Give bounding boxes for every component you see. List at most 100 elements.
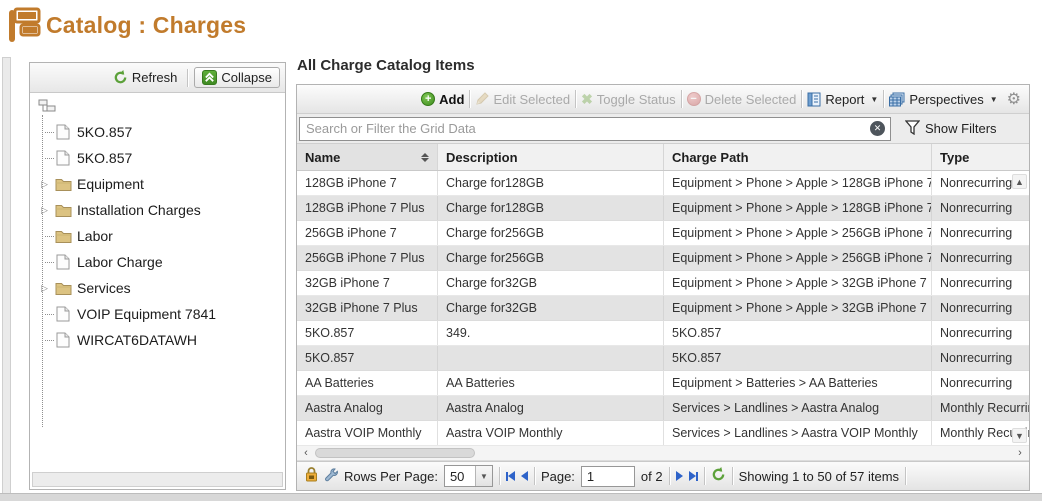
grid-cell-type: Monthly Recurring bbox=[932, 396, 1029, 420]
search-input[interactable] bbox=[299, 117, 891, 141]
footer-separator bbox=[732, 467, 733, 485]
add-label: Add bbox=[439, 92, 464, 107]
grid-heading: All Charge Catalog Items bbox=[297, 57, 475, 74]
scroll-left-arrow[interactable]: ‹ bbox=[299, 446, 313, 460]
wrench-icon[interactable] bbox=[324, 467, 338, 485]
table-row[interactable]: 5KO.8575KO.857Nonrecurring bbox=[297, 346, 1029, 371]
gear-icon[interactable]: ⚙ bbox=[1007, 89, 1021, 109]
table-row[interactable]: 256GB iPhone 7Charge for256GBEquipment >… bbox=[297, 221, 1029, 246]
file-icon bbox=[54, 150, 72, 166]
delete-selected-button[interactable]: − Delete Selected bbox=[687, 92, 797, 107]
horizontal-scrollbar[interactable]: ‹ › bbox=[297, 446, 1029, 461]
expand-arrow-icon[interactable]: ▷ bbox=[41, 283, 48, 294]
grid-cell-name: Aastra Analog bbox=[297, 396, 438, 420]
pencil-icon bbox=[475, 92, 489, 106]
clear-search-icon[interactable]: ✕ bbox=[870, 121, 885, 136]
scroll-down-arrow[interactable]: ▼ bbox=[1012, 428, 1027, 443]
table-row[interactable]: 32GB iPhone 7 PlusCharge for32GBEquipmen… bbox=[297, 296, 1029, 321]
last-page-button[interactable] bbox=[689, 471, 698, 481]
footer-separator bbox=[499, 467, 500, 485]
toolbar-separator bbox=[801, 90, 802, 108]
collapse-icon bbox=[202, 70, 217, 85]
footer-separator bbox=[534, 467, 535, 485]
grid-cell-path: Equipment > Batteries > AA Batteries bbox=[664, 371, 932, 395]
perspectives-button[interactable]: Perspectives ▼ bbox=[889, 92, 997, 107]
filter-funnel-icon bbox=[905, 120, 920, 138]
expand-arrow-icon[interactable]: ▷ bbox=[41, 205, 48, 216]
horizontal-scroll-thumb[interactable] bbox=[315, 448, 475, 458]
tree-connector bbox=[45, 236, 54, 237]
column-header-label: Name bbox=[305, 150, 340, 165]
grid-cell-name: 5KO.857 bbox=[297, 321, 438, 345]
tree-refresh-button[interactable]: Refresh bbox=[109, 68, 182, 87]
catalog-tree: 5KO.8575KO.857 ▷ Equipment ▷ Installation Ch… bbox=[30, 93, 285, 353]
lock-icon[interactable] bbox=[305, 467, 318, 485]
table-row[interactable]: 5KO.857349.5KO.857Nonrecurring bbox=[297, 321, 1029, 346]
tree-item[interactable]: ▷ Equipment bbox=[36, 171, 285, 197]
tree-root-node[interactable] bbox=[36, 99, 285, 119]
tree-item[interactable]: Labor bbox=[36, 223, 285, 249]
table-row[interactable]: 128GB iPhone 7Charge for128GBEquipment >… bbox=[297, 171, 1029, 196]
table-row[interactable]: AA BatteriesAA BatteriesEquipment > Batt… bbox=[297, 371, 1029, 396]
grid-cell-path: Services > Landlines > Aastra Analog bbox=[664, 396, 932, 420]
tree-item-label: Labor bbox=[77, 228, 113, 244]
add-button[interactable]: + Add bbox=[421, 92, 464, 107]
page-number-input[interactable] bbox=[581, 466, 635, 487]
next-page-button[interactable] bbox=[676, 471, 683, 481]
column-header-name[interactable]: Name bbox=[297, 144, 438, 170]
report-button[interactable]: Report ▼ bbox=[807, 92, 878, 107]
table-row[interactable]: 128GB iPhone 7 PlusCharge for128GBEquipm… bbox=[297, 196, 1029, 221]
tree-connector bbox=[45, 340, 54, 341]
column-header-type[interactable]: Type bbox=[932, 144, 1029, 170]
show-filters-label: Show Filters bbox=[925, 121, 997, 136]
toolbar-separator bbox=[575, 90, 576, 108]
refresh-label: Refresh bbox=[132, 70, 178, 85]
grid-header-row: Name DescriptionCharge PathType bbox=[297, 144, 1029, 171]
previous-page-button[interactable] bbox=[521, 471, 528, 481]
expand-arrow-icon[interactable]: ▷ bbox=[41, 179, 48, 190]
table-row[interactable]: 256GB iPhone 7 PlusCharge for256GBEquipm… bbox=[297, 246, 1029, 271]
grid-cell-path: Services > Landlines > Aastra VOIP Month… bbox=[664, 421, 932, 445]
tree-item-label: Equipment bbox=[77, 176, 144, 192]
scroll-up-arrow[interactable]: ▲ bbox=[1012, 174, 1027, 189]
tree-item[interactable]: ▷Services bbox=[36, 275, 285, 301]
table-row[interactable]: Aastra VOIP MonthlyAastra VOIP MonthlySe… bbox=[297, 421, 1029, 446]
tree-item-label: Installation Charges bbox=[77, 202, 201, 218]
tree-item[interactable]: 5KO.857 bbox=[36, 119, 285, 145]
tree-connector bbox=[45, 314, 54, 315]
toolbar-separator bbox=[681, 90, 682, 108]
table-row[interactable]: 32GB iPhone 7Charge for32GBEquipment > P… bbox=[297, 271, 1029, 296]
scroll-right-arrow[interactable]: › bbox=[1013, 446, 1027, 460]
grid-cell-name: 256GB iPhone 7 Plus bbox=[297, 246, 438, 270]
tree-status-bar bbox=[32, 472, 283, 487]
show-filters-button[interactable]: Show Filters bbox=[905, 120, 997, 138]
edit-selected-button[interactable]: Edit Selected bbox=[475, 92, 570, 107]
grid-refresh-button[interactable] bbox=[711, 467, 726, 485]
grid-cell-type: Nonrecurring bbox=[932, 296, 1029, 320]
left-splitter[interactable] bbox=[2, 57, 11, 501]
toggle-status-button[interactable]: ✖ Toggle Status bbox=[581, 92, 676, 107]
tree-item[interactable]: WIRCAT6DATAWH bbox=[36, 327, 285, 353]
catalog-tree-panel: Refresh Collapse bbox=[29, 62, 286, 490]
tree-item[interactable]: ▷ Installation Charges bbox=[36, 197, 285, 223]
grid-cell-type: Nonrecurring bbox=[932, 221, 1029, 245]
column-header-description[interactable]: Description bbox=[438, 144, 664, 170]
tree-item[interactable]: VOIP Equipment 7841 bbox=[36, 301, 285, 327]
grid-cell-desc: Charge for128GB bbox=[438, 196, 664, 220]
first-page-button[interactable] bbox=[506, 471, 515, 481]
grid-cell-type: Nonrecurring bbox=[932, 246, 1029, 270]
grid-cell-type: Nonrecurring bbox=[932, 371, 1029, 395]
tree-collapse-button[interactable]: Collapse bbox=[194, 67, 280, 88]
toggle-status-label: Toggle Status bbox=[597, 92, 676, 107]
grid-cell-desc: Charge for32GB bbox=[438, 296, 664, 320]
tree-connector bbox=[45, 262, 54, 263]
folder-icon bbox=[54, 203, 72, 217]
tree-item[interactable]: Labor Charge bbox=[36, 249, 285, 275]
rows-per-page-select[interactable]: 50 ▼ bbox=[444, 465, 493, 487]
table-row[interactable]: Aastra AnalogAastra AnalogServices > Lan… bbox=[297, 396, 1029, 421]
grid-cell-type: Nonrecurring bbox=[932, 196, 1029, 220]
tree-item[interactable]: 5KO.857 bbox=[36, 145, 285, 171]
sort-icon[interactable] bbox=[421, 153, 429, 162]
report-icon bbox=[807, 92, 821, 107]
column-header-charge-path[interactable]: Charge Path bbox=[664, 144, 932, 170]
